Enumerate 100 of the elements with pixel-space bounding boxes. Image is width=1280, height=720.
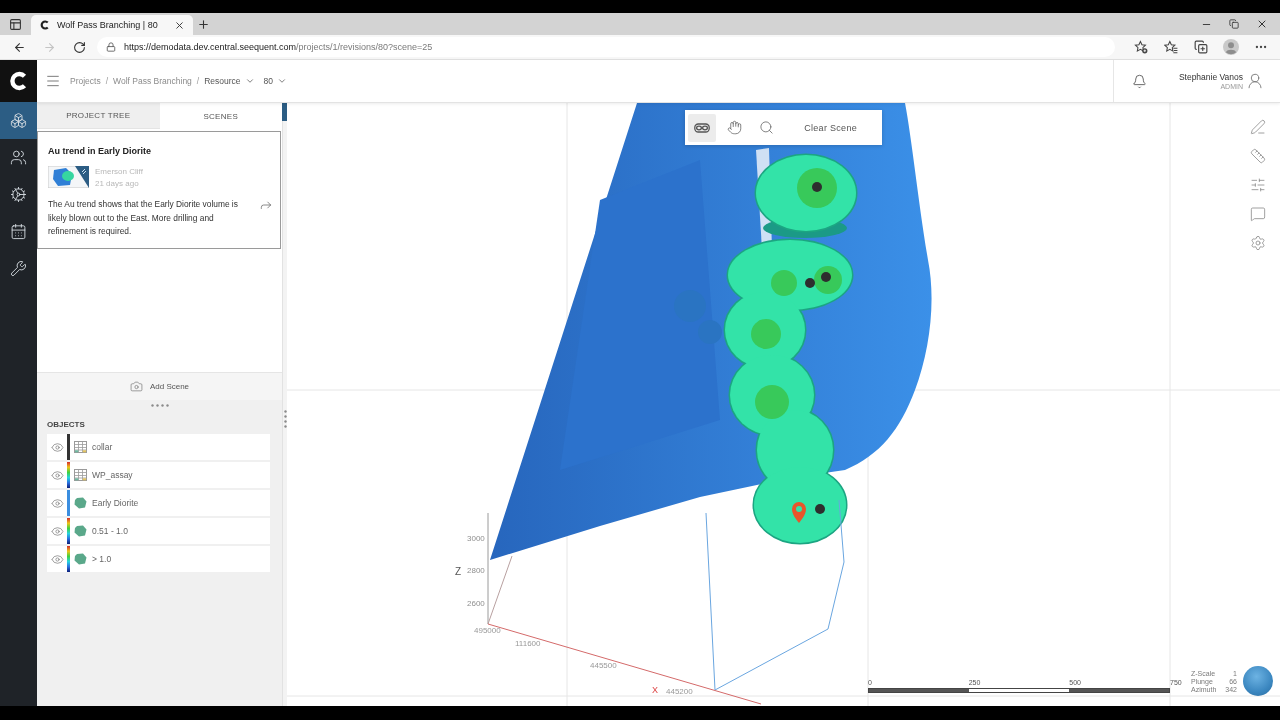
y-axis xyxy=(487,555,513,625)
new-tab-icon[interactable] xyxy=(197,18,210,31)
object-label: > 1.0 xyxy=(92,554,112,564)
star-plus-icon[interactable] xyxy=(1134,40,1148,54)
vr-headset-icon xyxy=(694,121,710,134)
axis-tick-label: 445500 xyxy=(590,661,617,670)
chevron-icon xyxy=(244,76,255,86)
axis-tick-label: 111600 xyxy=(515,639,541,648)
table-grid-icon xyxy=(73,441,87,453)
object-row[interactable]: > 1.0 xyxy=(47,546,270,572)
logo-tile[interactable] xyxy=(0,60,37,102)
object-row[interactable]: collar xyxy=(47,434,270,460)
breadcrumb-separator: / xyxy=(105,76,109,86)
breadcrumb-link[interactable]: Projects xyxy=(70,76,101,86)
dot-marker xyxy=(805,278,815,288)
axis-tick-label: 495000 xyxy=(474,626,501,635)
close-icon[interactable] xyxy=(174,19,185,31)
mesh-shape-icon xyxy=(73,553,87,565)
color-legend-bar xyxy=(67,518,70,544)
avatar-icon[interactable] xyxy=(1223,39,1239,55)
settings-icon[interactable] xyxy=(1250,235,1266,251)
object-row[interactable]: 0.51 - 1.0 xyxy=(47,518,270,544)
scene-description: The Au trend shows that the Early Diorite volume is likely blown out to the East. More drilling and refinement is required. xyxy=(48,198,239,238)
eye-icon[interactable] xyxy=(50,440,64,454)
scene-card[interactable]: Au trend in Early Diorite Emerson Cliff 21 days ago The Au trend shows that the Early Diorite volume is likely blown out to the East. More drilling and refinement is required. xyxy=(37,131,281,249)
users-icon xyxy=(10,149,27,166)
browser-tab[interactable]: Wolf Pass Branching | 80 xyxy=(31,15,193,35)
breadcrumb-dropdown[interactable]: 80 xyxy=(263,76,288,86)
drag-handle-icon[interactable] xyxy=(150,403,169,407)
nav-rail-item[interactable] xyxy=(0,102,37,139)
object-label: 0.51 - 1.0 xyxy=(92,526,128,536)
scene-time: 21 days ago xyxy=(95,178,140,190)
close-icon[interactable] xyxy=(1256,18,1268,30)
restore-icon[interactable] xyxy=(1229,19,1239,29)
user-name: Stephanie Vanos xyxy=(1178,72,1243,82)
chevron-icon xyxy=(277,76,288,86)
orientation-sphere[interactable] xyxy=(1243,666,1273,696)
gear-icon xyxy=(10,186,27,203)
search-icon xyxy=(758,120,774,135)
eye-icon[interactable] xyxy=(50,468,64,482)
color-legend-bar xyxy=(67,462,70,488)
user-icon[interactable] xyxy=(1246,72,1264,90)
hand-icon xyxy=(726,120,742,135)
clear-scene-button[interactable]: Clear Scene xyxy=(800,116,861,139)
star-list-icon[interactable] xyxy=(1164,40,1178,54)
pen-icon[interactable] xyxy=(1250,119,1266,135)
sliders-icon[interactable] xyxy=(1250,177,1266,193)
color-legend-bar xyxy=(67,546,70,572)
back-icon[interactable] xyxy=(12,40,26,54)
share-icon[interactable] xyxy=(259,198,273,212)
eye-icon[interactable] xyxy=(50,524,64,538)
breadcrumb-dropdown[interactable]: Resource xyxy=(204,76,255,86)
location-pin-icon[interactable] xyxy=(792,502,806,523)
favicon-icon xyxy=(40,20,50,30)
bell-icon[interactable] xyxy=(1132,73,1147,89)
dot-marker xyxy=(815,504,825,514)
object-label: Early Diorite xyxy=(92,498,139,508)
menu-icon[interactable] xyxy=(45,73,61,89)
table-grid-icon xyxy=(73,469,87,481)
dot-marker xyxy=(821,272,831,282)
tool-button[interactable] xyxy=(688,113,716,142)
lock-icon xyxy=(106,42,116,52)
object-row[interactable]: WP_assay xyxy=(47,462,270,488)
object-label: collar xyxy=(92,442,113,452)
resize-handle-icon[interactable] xyxy=(283,410,287,428)
collapse-handle[interactable] xyxy=(282,103,287,121)
scene-title: Au trend in Early Diorite xyxy=(48,145,153,157)
axis-label: Z xyxy=(455,566,462,577)
panel-splitter[interactable] xyxy=(282,103,287,706)
reload-icon[interactable] xyxy=(72,40,86,54)
scene-author: Emerson Cliff xyxy=(95,166,143,178)
ruler-icon[interactable] xyxy=(1250,148,1266,164)
url-text: https://demodata.dev.central.seequent.com/projects/1/revisions/80?scene=25 xyxy=(124,42,433,52)
scene-thumbnail xyxy=(48,166,89,188)
address-field[interactable]: https://demodata.dev.central.seequent.com/projects/1/revisions/80?scene=25 xyxy=(97,37,1115,57)
breadcrumb-link[interactable]: Wolf Pass Branching xyxy=(113,76,192,86)
object-row[interactable]: Early Diorite xyxy=(47,490,270,516)
calendar-icon xyxy=(10,223,27,240)
camera-icon xyxy=(129,380,143,393)
axis-label: X xyxy=(652,685,658,695)
mesh-shape-icon xyxy=(73,497,87,509)
tab-actions-icon[interactable] xyxy=(9,17,22,31)
wrench-icon xyxy=(10,260,27,277)
eye-icon[interactable] xyxy=(50,496,64,510)
object-label: WP_assay xyxy=(92,470,133,480)
comment-icon[interactable] xyxy=(1250,206,1266,222)
panel-tab[interactable]: PROJECT TREE xyxy=(37,103,160,129)
objects-heading: OBJECTS xyxy=(47,420,86,430)
add-scene-button[interactable]: Add Scene xyxy=(37,372,282,400)
cubes-icon xyxy=(10,112,27,129)
mesh-shape-icon xyxy=(73,525,87,537)
axis-tick-label: 445200 xyxy=(666,687,693,696)
breadcrumb-separator: / xyxy=(196,76,200,86)
collections-icon[interactable] xyxy=(1194,40,1208,54)
dot-marker xyxy=(812,182,822,192)
axis-tick-label: 2800 xyxy=(467,566,485,575)
eye-icon[interactable] xyxy=(50,552,64,566)
logo-icon xyxy=(8,71,29,91)
axis-tick-label: 2600 xyxy=(467,599,485,608)
axis-tick-label: 3000 xyxy=(467,534,485,543)
